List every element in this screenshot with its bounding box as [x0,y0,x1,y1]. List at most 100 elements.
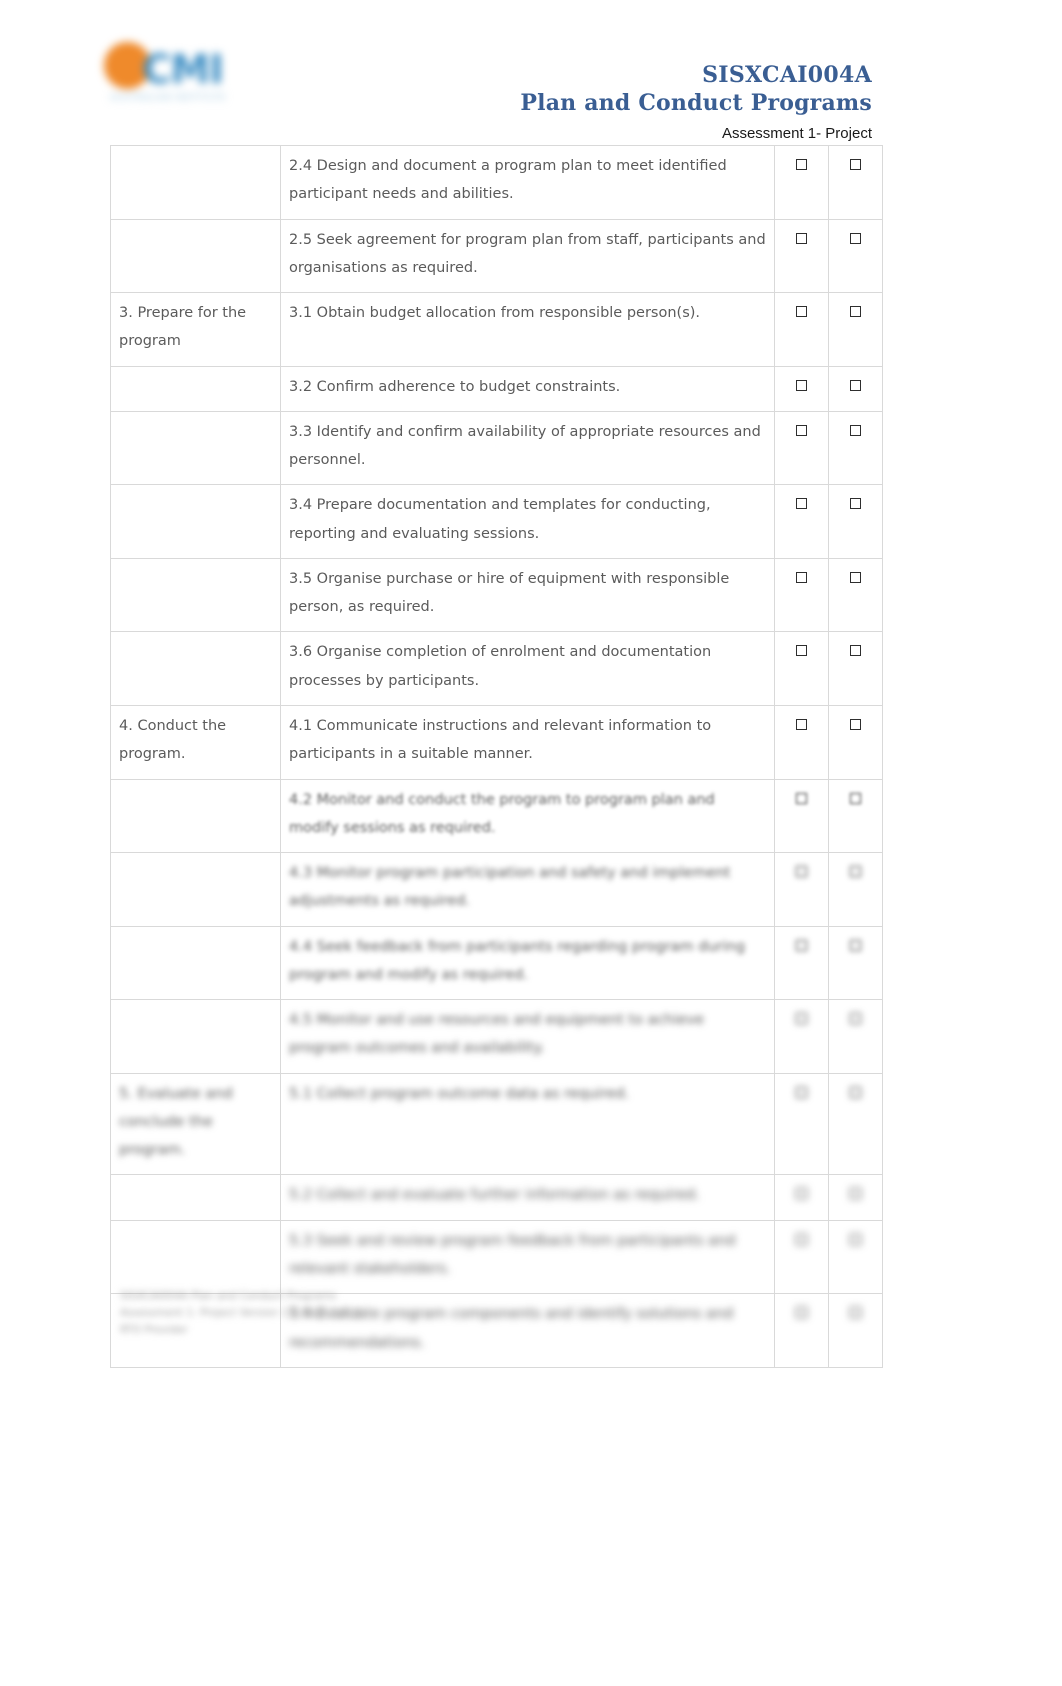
table-row: 3.3 Identify and confirm availability of… [110,410,883,486]
checkbox-cell-2[interactable] [828,704,883,780]
checkbox-cell-1[interactable] [774,852,829,927]
criteria-cell: 5.3 Seek and review program feedback fro… [280,1219,775,1295]
criteria-cell: 3.2 Confirm adherence to budget constrai… [280,365,775,412]
empty-square-checkbox-icon[interactable] [850,1013,861,1025]
checkbox-cell-2[interactable] [828,925,883,1001]
criteria-cell: 3.6 Organise completion of enrolment and… [280,631,775,706]
assessment-label: Assessment 1- Project [721,125,872,142]
checkbox-cell-2[interactable] [828,218,883,294]
empty-square-checkbox-icon[interactable] [796,306,807,318]
checkbox-cell-2[interactable] [828,557,883,633]
criteria-cell: 4.1 Communicate instructions and relevan… [280,704,775,780]
checkbox-cell-1[interactable] [774,1072,829,1176]
empty-square-checkbox-icon[interactable] [850,571,861,583]
empty-square-checkbox-icon[interactable] [796,232,807,244]
criteria-cell: 2.4 Design and document a program plan t… [280,145,775,220]
empty-square-checkbox-icon[interactable] [796,792,807,804]
empty-square-checkbox-icon[interactable] [796,1188,807,1200]
empty-square-checkbox-icon[interactable] [796,424,807,436]
checkbox-cell-2[interactable] [828,852,883,927]
footer-line-1: SISXCAI004A Plan and Conduct Programs [120,1290,337,1302]
checkbox-cell-1[interactable] [774,1174,829,1221]
empty-square-checkbox-icon[interactable] [850,424,861,436]
section-cell [110,778,281,854]
empty-square-checkbox-icon[interactable] [850,1086,861,1098]
section-cell: 3. Prepare for the program [110,292,281,367]
empty-square-checkbox-icon[interactable] [850,866,861,878]
checkbox-cell-2[interactable] [828,1174,883,1221]
criteria-cell: 4.5 Monitor and use resources and equipm… [280,999,775,1074]
section-cell [110,852,281,927]
empty-square-checkbox-icon[interactable] [850,1307,861,1319]
empty-square-checkbox-icon[interactable] [796,1307,807,1319]
checkbox-cell-1[interactable] [774,1293,829,1368]
section-cell [110,410,281,486]
empty-square-checkbox-icon[interactable] [796,379,807,391]
empty-square-checkbox-icon[interactable] [850,718,861,730]
section-cell [110,925,281,1001]
criteria-cell: 4.3 Monitor program participation and sa… [280,852,775,927]
checkbox-cell-1[interactable] [774,925,829,1001]
empty-square-checkbox-icon[interactable] [850,939,861,951]
criteria-cell: 2.5 Seek agreement for program plan from… [280,218,775,294]
empty-square-checkbox-icon[interactable] [796,571,807,583]
empty-square-checkbox-icon[interactable] [850,498,861,510]
empty-square-checkbox-icon[interactable] [796,718,807,730]
section-cell [110,218,281,294]
checkbox-cell-2[interactable] [828,778,883,854]
empty-square-checkbox-icon[interactable] [796,1233,807,1245]
table-row: 5.2 Collect and evaluate further informa… [110,1174,883,1221]
empty-square-checkbox-icon[interactable] [850,1188,861,1200]
checkbox-cell-1[interactable] [774,410,829,486]
checkbox-cell-1[interactable] [774,218,829,294]
checklist-table: 2.4 Design and document a program plan t… [110,145,883,1368]
checkbox-cell-1[interactable] [774,1219,829,1295]
empty-square-checkbox-icon[interactable] [796,498,807,510]
checkbox-cell-1[interactable] [774,365,829,412]
empty-square-checkbox-icon[interactable] [850,792,861,804]
checkbox-cell-1[interactable] [774,704,829,780]
section-cell [110,365,281,412]
unit-title: Plan and Conduct Programs [520,90,872,116]
checkbox-cell-2[interactable] [828,410,883,486]
empty-square-checkbox-icon[interactable] [850,1233,861,1245]
checkbox-cell-1[interactable] [774,484,829,559]
empty-square-checkbox-icon[interactable] [850,645,861,657]
table-row: 5.3 Seek and review program feedback fro… [110,1219,883,1295]
criteria-cell: 5.1 Collect program outcome data as requ… [280,1072,775,1176]
checkbox-cell-2[interactable] [828,145,883,220]
table-row: 2.5 Seek agreement for program plan from… [110,218,883,294]
empty-square-checkbox-icon[interactable] [796,1013,807,1025]
checkbox-cell-1[interactable] [774,778,829,854]
checkbox-cell-1[interactable] [774,145,829,220]
section-cell: 4. Conduct the program. [110,704,281,780]
checkbox-cell-2[interactable] [828,631,883,706]
empty-square-checkbox-icon[interactable] [850,306,861,318]
criteria-cell: 4.4 Seek feedback from participants rega… [280,925,775,1001]
empty-square-checkbox-icon[interactable] [796,866,807,878]
checkbox-cell-2[interactable] [828,1072,883,1176]
checkbox-cell-1[interactable] [774,999,829,1074]
table-row: 3. Prepare for the program 3.1 Obtain bud… [110,292,883,367]
empty-square-checkbox-icon[interactable] [796,159,807,170]
checkbox-cell-1[interactable] [774,631,829,706]
criteria-cell: 4.2 Monitor and conduct the program to p… [280,778,775,854]
checkbox-cell-2[interactable] [828,365,883,412]
empty-square-checkbox-icon[interactable] [796,939,807,951]
criteria-cell: 3.4 Prepare documentation and templates … [280,484,775,559]
checkbox-cell-1[interactable] [774,292,829,367]
checkbox-cell-2[interactable] [828,999,883,1074]
checkbox-cell-2[interactable] [828,292,883,367]
empty-square-checkbox-icon[interactable] [850,232,861,244]
checkbox-cell-1[interactable] [774,557,829,633]
checkbox-cell-2[interactable] [828,484,883,559]
table-row: 3.5 Organise purchase or hire of equipme… [110,557,883,633]
table-row: 5. Evaluate and conclude the program. 5.1… [110,1072,883,1176]
empty-square-checkbox-icon[interactable] [796,645,807,657]
empty-square-checkbox-icon[interactable] [850,379,861,391]
empty-square-checkbox-icon[interactable] [850,159,861,170]
document-page: CMI AUSTRALIAN INSTITUTE SISXCAI004A Pla… [0,0,1062,1686]
empty-square-checkbox-icon[interactable] [796,1086,807,1098]
checkbox-cell-2[interactable] [828,1219,883,1295]
checkbox-cell-2[interactable] [828,1293,883,1368]
